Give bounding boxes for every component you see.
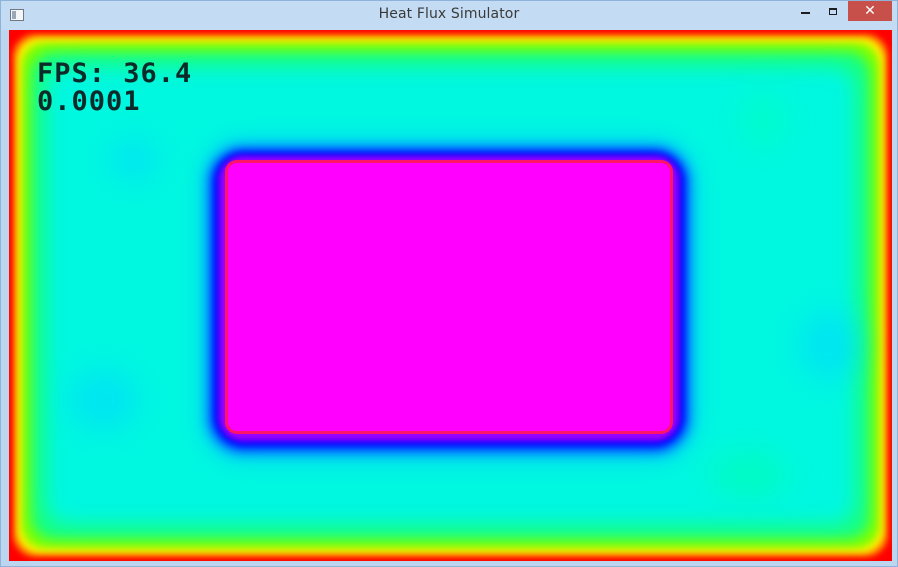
minimize-button[interactable] bbox=[791, 1, 819, 21]
stats-overlay: FPS: 36.4 0.0001 bbox=[37, 60, 192, 116]
minimize-icon bbox=[800, 12, 810, 14]
warm-spot bbox=[739, 90, 789, 150]
fps-readout: FPS: 36.4 bbox=[37, 58, 193, 89]
window-title: Heat Flux Simulator bbox=[378, 6, 520, 22]
maximize-button[interactable] bbox=[819, 1, 847, 21]
warm-spot bbox=[709, 450, 789, 500]
title-bar[interactable]: Heat Flux Simulator ✕ bbox=[1, 1, 897, 30]
hot-region bbox=[225, 160, 673, 434]
heat-map-canvas[interactable]: FPS: 36.4 0.0001 bbox=[9, 30, 892, 561]
close-icon: ✕ bbox=[864, 3, 876, 19]
maximize-icon bbox=[829, 7, 837, 15]
cool-spot bbox=[109, 140, 159, 180]
cool-spot bbox=[799, 310, 859, 380]
cool-spot bbox=[69, 370, 139, 430]
value-readout: 0.0001 bbox=[37, 86, 141, 117]
app-window: Heat Flux Simulator ✕ FPS: 36.4 0.0001 bbox=[0, 0, 898, 567]
close-button[interactable]: ✕ bbox=[848, 1, 892, 21]
